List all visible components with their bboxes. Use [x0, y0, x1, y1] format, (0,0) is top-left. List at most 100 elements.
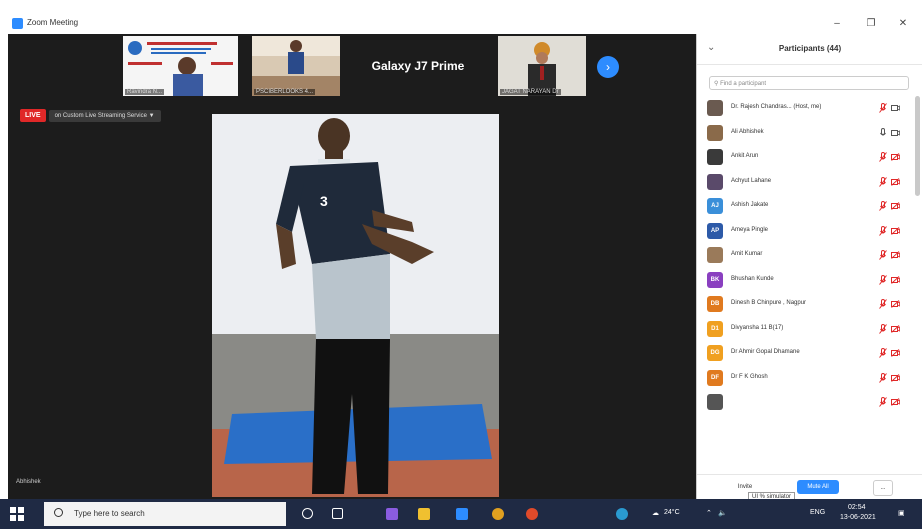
mic-icon[interactable]	[879, 127, 887, 138]
video-off-icon[interactable]	[891, 251, 900, 259]
video-off-icon[interactable]	[891, 177, 900, 186]
mic-muted-icon[interactable]	[879, 176, 887, 187]
taskbar-search-placeholder: Type here to search	[74, 509, 145, 518]
participants-panel: ⌄ Participants (44) ⚲ Find a participant…	[696, 34, 922, 499]
participant-row[interactable]: DG Dr Ahmir Gopal Dhamane	[697, 341, 915, 366]
mic-muted-icon[interactable]	[879, 348, 887, 358]
video-off-icon[interactable]	[891, 373, 900, 382]
minimize-button[interactable]: –	[826, 16, 848, 32]
taskbar-search-input[interactable]: Type here to search	[44, 502, 286, 526]
windows-taskbar: Type here to search ☁ 24°C ⌃ 🔈 ENG 02:54…	[0, 499, 922, 529]
video-off-icon[interactable]	[891, 226, 900, 235]
thumbnail-name: JAGAT NARAYAN Dr	[500, 89, 561, 95]
language-indicator[interactable]: ENG	[810, 509, 825, 516]
more-button[interactable]: ...	[873, 480, 893, 496]
next-page-button[interactable]: ›	[597, 56, 619, 78]
zoom-window: Zoom Meeting – ❐ ✕ Ravindra N... PSCIBER…	[8, 14, 922, 499]
search-icon	[54, 508, 63, 517]
participant-row[interactable]: AP Ameya Pingle	[697, 219, 915, 244]
thumbnail-name: PSCIBERLOOKS 4...	[254, 89, 316, 95]
task-view-icon[interactable]	[302, 508, 313, 519]
clock-date[interactable]: 13-06-2021	[840, 514, 876, 521]
weather-temp[interactable]: 24°C	[664, 509, 680, 516]
tray-up-icon[interactable]: ⌃	[706, 509, 712, 517]
live-indicator: LIVE on Custom Live Streaming Service ▼	[20, 109, 161, 122]
participant-thumbnail[interactable]: JAGAT NARAYAN Dr	[498, 36, 586, 96]
participant-name: Dr. Rajesh Chandras... (Host, me)	[731, 104, 822, 110]
video-off-icon[interactable]	[891, 275, 900, 284]
participant-video	[252, 36, 340, 96]
participant-list-scrollbar[interactable]	[915, 96, 920, 196]
file-explorer-icon[interactable]	[418, 508, 430, 520]
svg-text:3: 3	[320, 193, 328, 209]
participant-row[interactable]: Ali Abhishek	[697, 121, 915, 146]
participant-row[interactable]: DF Dr F K Ghosh	[697, 366, 915, 391]
video-off-icon[interactable]	[891, 398, 900, 406]
avatar: AJ	[707, 198, 723, 214]
participant-thumbnail[interactable]: Ravindra N...	[123, 36, 238, 96]
zoom-taskbar-icon[interactable]	[456, 508, 468, 520]
maximize-button[interactable]: ❐	[860, 16, 882, 32]
participant-row[interactable]: Achyut Lahane	[697, 170, 915, 195]
video-off-icon[interactable]	[891, 324, 900, 333]
avatar: BK	[707, 271, 723, 288]
mic-muted-icon[interactable]	[879, 397, 887, 407]
mic-muted-icon[interactable]	[879, 299, 887, 309]
participant-thumbnail[interactable]: PSCIBERLOOKS 4...	[252, 36, 340, 96]
speaker-icon[interactable]: 🔈	[718, 509, 727, 517]
live-stream-dropdown[interactable]: on Custom Live Streaming Service ▼	[48, 109, 161, 122]
live-badge: LIVE	[20, 109, 46, 122]
mic-muted-icon[interactable]	[879, 201, 887, 211]
chrome-icon[interactable]	[492, 508, 504, 520]
cloud-icon[interactable]: ☁	[652, 509, 659, 517]
participant-row[interactable]: Ankit Arun	[697, 145, 915, 170]
participants-footer: Invite Mute All ...	[697, 474, 922, 499]
participant-row[interactable]: DB Dinesh B Chinpure , Nagpur	[697, 292, 915, 317]
teams-icon[interactable]	[386, 508, 398, 520]
avatar: DF	[707, 369, 723, 386]
mic-muted-icon[interactable]	[879, 323, 887, 334]
clock-time[interactable]: 02:54	[848, 504, 866, 511]
participant-list: Dr. Rajesh Chandras... (Host, me) Ali Abh…	[697, 96, 915, 415]
widgets-icon[interactable]	[332, 508, 343, 519]
windows-start-icon[interactable]	[10, 507, 24, 521]
mic-muted-icon[interactable]	[879, 250, 887, 260]
mute-all-button[interactable]: Mute All	[797, 480, 839, 494]
mic-muted-icon[interactable]	[879, 372, 887, 383]
meeting-stage: Ravindra N... PSCIBERLOOKS 4... Galaxy J…	[8, 34, 696, 499]
mic-muted-icon[interactable]	[879, 274, 887, 285]
avatar: DB	[707, 296, 723, 312]
participant-video	[498, 36, 586, 96]
participant-row[interactable]: BK Bhushan Kunde	[697, 268, 915, 293]
mic-muted-icon[interactable]	[879, 225, 887, 236]
participant-name: Dr Ahmir Gopal Dhamane	[731, 349, 800, 355]
video-off-icon[interactable]	[891, 129, 900, 137]
participant-name: Achyut Lahane	[731, 177, 772, 184]
participant-row[interactable]: Amit Kumar	[697, 243, 915, 268]
participants-title: Participants (44)	[778, 44, 842, 53]
mic-muted-icon[interactable]	[879, 103, 887, 113]
video-off-icon[interactable]	[891, 153, 900, 161]
presentation-slide-image	[123, 36, 238, 96]
help-icon[interactable]	[616, 508, 628, 520]
participant-search-input[interactable]: ⚲ Find a participant	[709, 76, 909, 90]
search-placeholder: Find a participant	[720, 81, 767, 87]
mic-muted-icon[interactable]	[879, 152, 887, 162]
participant-row[interactable]: Dr. Rajesh Chandras... (Host, me)	[697, 96, 915, 121]
avatar: D1	[707, 320, 723, 337]
zoom-app-icon	[12, 18, 23, 29]
video-off-icon[interactable]	[891, 349, 900, 357]
participant-name: Ali Abhishek	[731, 128, 764, 135]
close-button[interactable]: ✕	[892, 16, 914, 32]
video-off-icon[interactable]	[891, 202, 900, 210]
participant-row[interactable]: AJ Ashish Jakate	[697, 194, 915, 219]
participant-row[interactable]	[697, 390, 915, 415]
video-off-icon[interactable]	[891, 104, 900, 112]
participant-row[interactable]: D1 Divyansha 11 B(17)	[697, 317, 915, 342]
avatar	[707, 247, 723, 263]
app-icon[interactable]	[526, 508, 538, 520]
notification-icon[interactable]: ▣	[898, 509, 905, 517]
video-off-icon[interactable]	[891, 300, 900, 308]
participant-thumbnail-text[interactable]: Galaxy J7 Prime	[352, 36, 484, 96]
avatar	[707, 149, 723, 165]
